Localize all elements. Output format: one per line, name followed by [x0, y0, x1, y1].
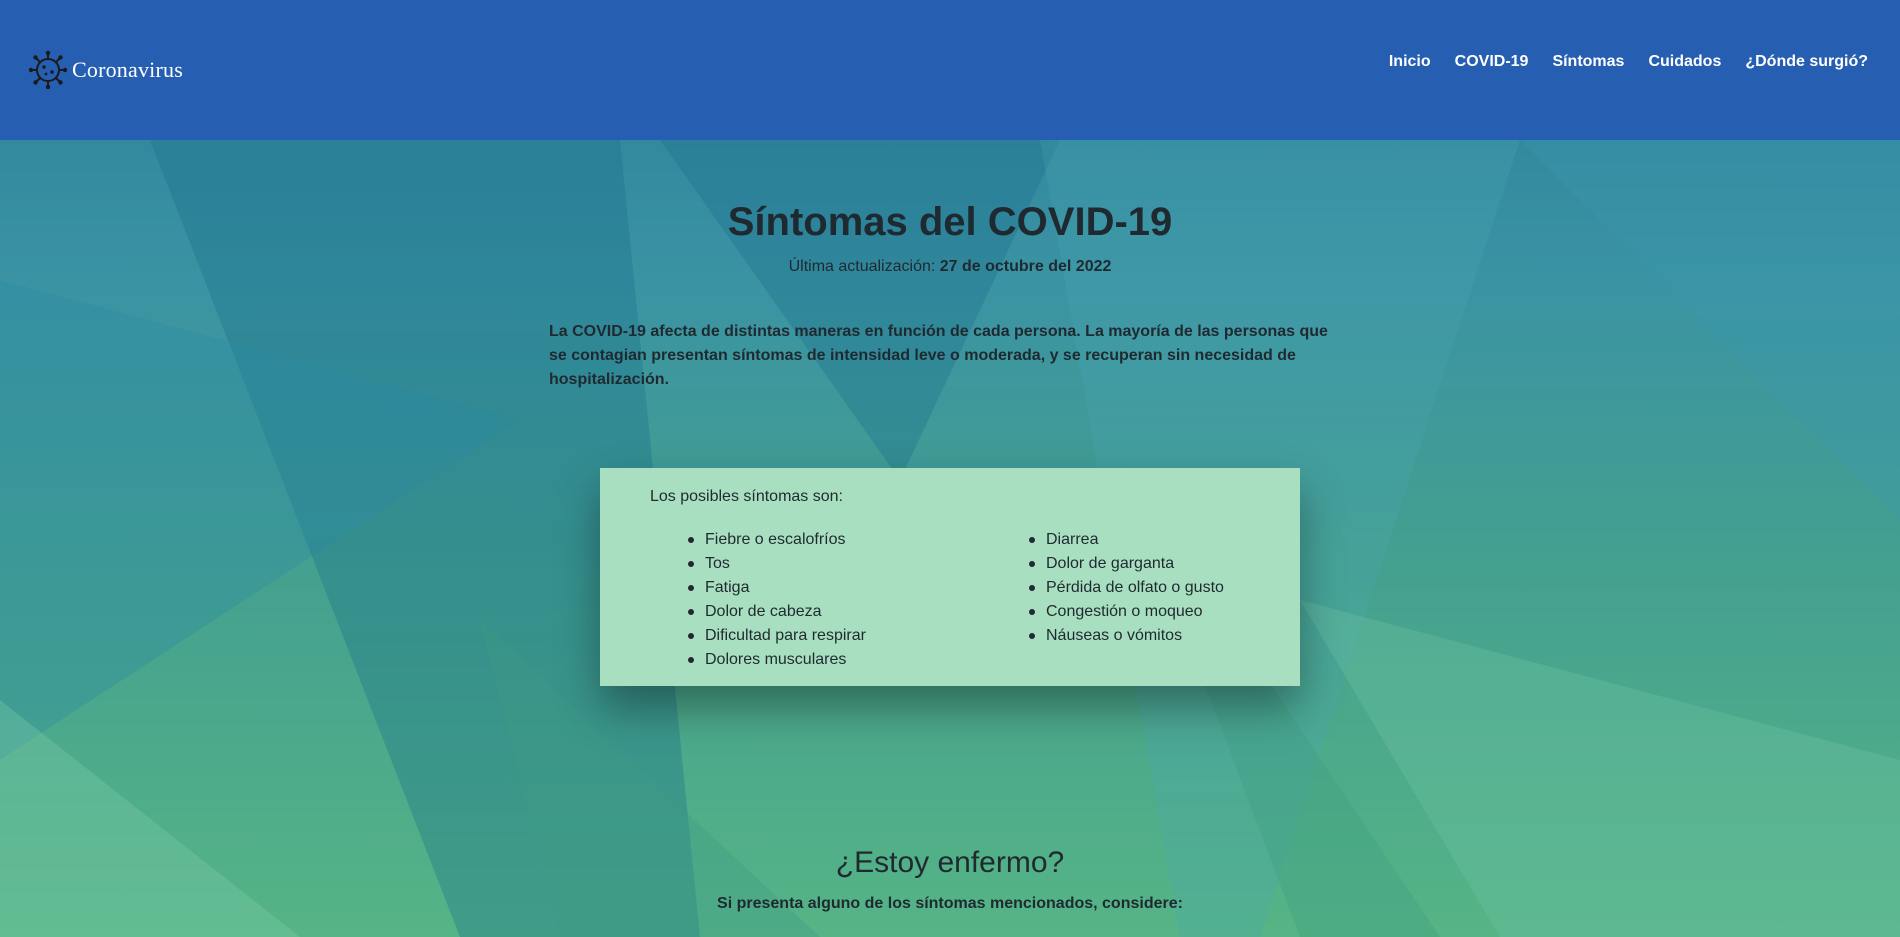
nav-item-inicio: Inicio	[1389, 53, 1431, 71]
symptoms-intro: Los posibles síntomas son:	[650, 488, 843, 505]
symptom-item: Congestión o moqueo	[1029, 600, 1224, 624]
last-updated: Última actualización: 27 de octubre del …	[0, 258, 1900, 276]
nav-link-covid19[interactable]: COVID-19	[1455, 53, 1529, 70]
brand-link[interactable]: Coronavirus	[28, 48, 183, 92]
symptom-item: Diarrea	[1029, 528, 1224, 552]
symptom-list-left: Fiebre o escalofríos Tos Fatiga Dolor de…	[688, 528, 866, 672]
nav-item-cuidados: Cuidados	[1648, 53, 1721, 71]
nav-link-donde-surgio[interactable]: ¿Dónde surgió?	[1745, 53, 1868, 70]
page-title: Síntomas del COVID-19	[727, 200, 1173, 244]
sick-section-subheading: Si presenta alguno de los síntomas menci…	[717, 895, 1183, 912]
nav-link-inicio[interactable]: Inicio	[1389, 53, 1431, 70]
symptom-list-right: Diarrea Dolor de garganta Pérdida de olf…	[1029, 528, 1224, 648]
virus-icon	[28, 50, 68, 90]
symptom-item: Pérdida de olfato o gusto	[1029, 576, 1224, 600]
brand-name: Coronavirus	[72, 57, 183, 82]
nav-item-donde-surgio: ¿Dónde surgió?	[1745, 53, 1868, 71]
symptom-item: Fatiga	[688, 576, 866, 600]
symptom-item: Dolores musculares	[688, 648, 866, 672]
symptom-item: Dolor de garganta	[1029, 552, 1224, 576]
top-navbar: Coronavirus Inicio COVID-19 Síntomas Cui…	[0, 0, 1900, 140]
last-updated-date: 27 de octubre del 2022	[939, 258, 1112, 275]
nav-item-covid19: COVID-19	[1455, 53, 1529, 71]
symptoms-card: Los posibles síntomas son: Fiebre o esca…	[600, 468, 1300, 686]
nav-link-sintomas[interactable]: Síntomas	[1552, 53, 1624, 70]
sick-section-heading: ¿Estoy enfermo?	[835, 846, 1065, 879]
intro-paragraph: La COVID-19 afecta de distintas maneras …	[549, 323, 1328, 388]
main-nav: Inicio COVID-19 Síntomas Cuidados ¿Dónde…	[1389, 53, 1868, 71]
nav-item-sintomas: Síntomas	[1552, 53, 1624, 71]
main-content: Síntomas del COVID-19 Última actualizaci…	[0, 140, 1900, 937]
symptom-item: Tos	[688, 552, 866, 576]
symptom-item: Dolor de cabeza	[688, 600, 866, 624]
last-updated-label: Última actualización:	[788, 258, 936, 275]
symptom-item: Fiebre o escalofríos	[688, 528, 866, 552]
symptom-item: Náuseas o vómitos	[1029, 624, 1224, 648]
symptom-item: Dificultad para respirar	[688, 624, 866, 648]
nav-link-cuidados[interactable]: Cuidados	[1648, 53, 1721, 70]
